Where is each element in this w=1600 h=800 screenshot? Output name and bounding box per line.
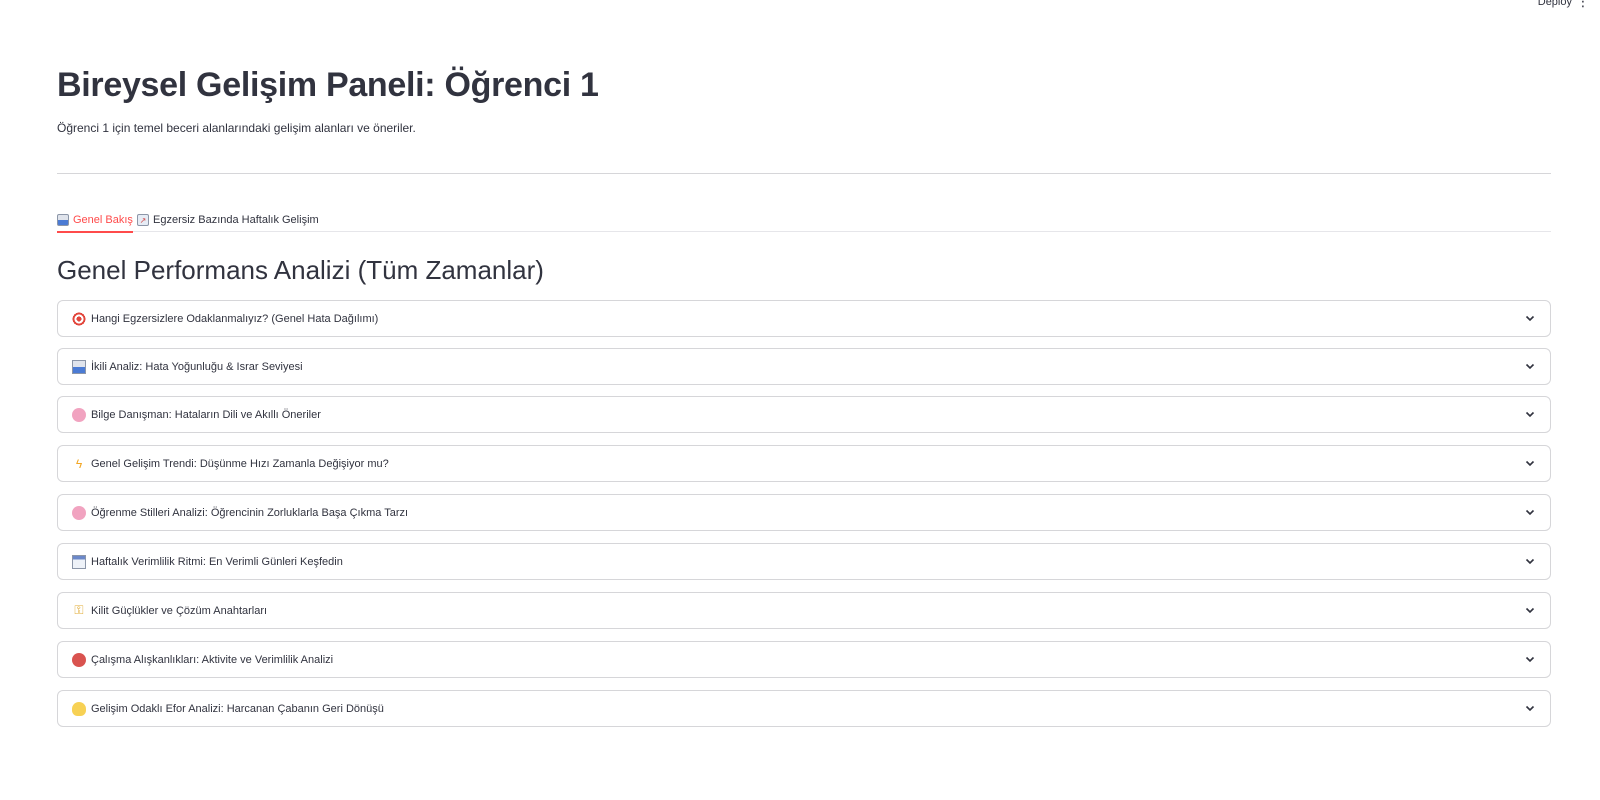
key-icon: ⚿ — [74, 603, 84, 617]
expander-label: Genel Gelişim Trendi: Düşünme Hızı Zaman… — [91, 457, 389, 470]
calendar-icon — [72, 554, 86, 569]
bar-chart-icon — [72, 359, 86, 374]
chevron-down-icon — [1525, 460, 1535, 467]
chevron-down-icon — [1525, 656, 1535, 663]
chevron-down-icon — [1525, 558, 1535, 565]
expander-label: Haftalık Verimlilik Ritmi: En Verimli Gü… — [91, 555, 343, 568]
page-title: Bireysel Gelişim Paneli: Öğrenci 1 — [57, 66, 599, 104]
brain-icon — [72, 407, 86, 422]
expander-label: Kilit Güçlükler ve Çözüm Anahtarları — [91, 604, 268, 617]
lightning-icon: ϟ — [75, 456, 83, 471]
brain-icon — [72, 505, 86, 520]
expander-label: Bilge Danışman: Hataların Dili ve Akıllı… — [91, 408, 321, 421]
lightbulb-icon — [72, 701, 86, 716]
tab-label: Egzersiz Bazında Haftalık Gelişim — [153, 214, 319, 226]
expander-ikili-analiz[interactable]: İkili Analiz: Hata Yoğunluğu & Israr Sev… — [57, 348, 1551, 385]
expander-bilge-danisman[interactable]: Bilge Danışman: Hataların Dili ve Akıllı… — [57, 396, 1551, 433]
expander-efor-analizi[interactable]: Gelişim Odaklı Efor Analizi: Harcanan Ça… — [57, 690, 1551, 727]
expander-calisma-aliskanliklari[interactable]: Çalışma Alışkanlıkları: Aktivite ve Veri… — [57, 641, 1551, 678]
deploy-button[interactable]: Deploy — [1538, 0, 1572, 8]
expander-gelisim-trendi[interactable]: ϟ Genel Gelişim Trendi: Düşünme Hızı Zam… — [57, 445, 1551, 482]
expander-kilit-gucluker[interactable]: ⚿ Kilit Güçlükler ve Çözüm Anahtarları — [57, 592, 1551, 629]
target-icon — [72, 311, 86, 326]
expander-hata-dagilimi[interactable]: Hangi Egzersizlere Odaklanmalıyız? (Gene… — [57, 300, 1551, 337]
expander-ogrenme-stilleri[interactable]: Öğrenme Stilleri Analizi: Öğrencinin Zor… — [57, 494, 1551, 531]
trend-chart-icon: ↗ — [137, 214, 149, 226]
top-toolbar: Deploy ⋮ — [0, 0, 1600, 14]
tab-bar: Genel Bakış ↗ Egzersiz Bazında Haftalık … — [57, 200, 1551, 233]
bar-chart-icon — [57, 214, 69, 226]
chevron-down-icon — [1525, 315, 1535, 322]
chevron-down-icon — [1525, 705, 1535, 712]
kebab-menu-icon[interactable]: ⋮ — [1576, 0, 1590, 8]
chevron-down-icon — [1525, 607, 1535, 614]
chevron-down-icon — [1525, 411, 1535, 418]
tab-egzersiz-haftalik[interactable]: ↗ Egzersiz Bazında Haftalık Gelişim — [137, 208, 319, 232]
expander-label: Öğrenme Stilleri Analizi: Öğrencinin Zor… — [91, 506, 409, 519]
alarm-icon — [72, 652, 86, 667]
tab-genel-bakis[interactable]: Genel Bakış — [57, 208, 133, 233]
page-subtitle: Öğrenci 1 için temel beceri alanlarındak… — [57, 121, 416, 135]
expander-label: İkili Analiz: Hata Yoğunluğu & Israr Sev… — [91, 360, 303, 373]
expander-label: Gelişim Odaklı Efor Analizi: Harcanan Ça… — [91, 702, 384, 715]
chevron-down-icon — [1525, 509, 1535, 516]
chevron-down-icon — [1525, 363, 1535, 370]
tab-label: Genel Bakış — [73, 214, 133, 226]
expander-haftalik-verimlilik[interactable]: Haftalık Verimlilik Ritmi: En Verimli Gü… — [57, 543, 1551, 580]
section-title: Genel Performans Analizi (Tüm Zamanlar) — [57, 255, 544, 285]
divider — [57, 173, 1551, 174]
expander-label: Hangi Egzersizlere Odaklanmalıyız? (Gene… — [91, 312, 379, 325]
expander-label: Çalışma Alışkanlıkları: Aktivite ve Veri… — [91, 653, 334, 666]
